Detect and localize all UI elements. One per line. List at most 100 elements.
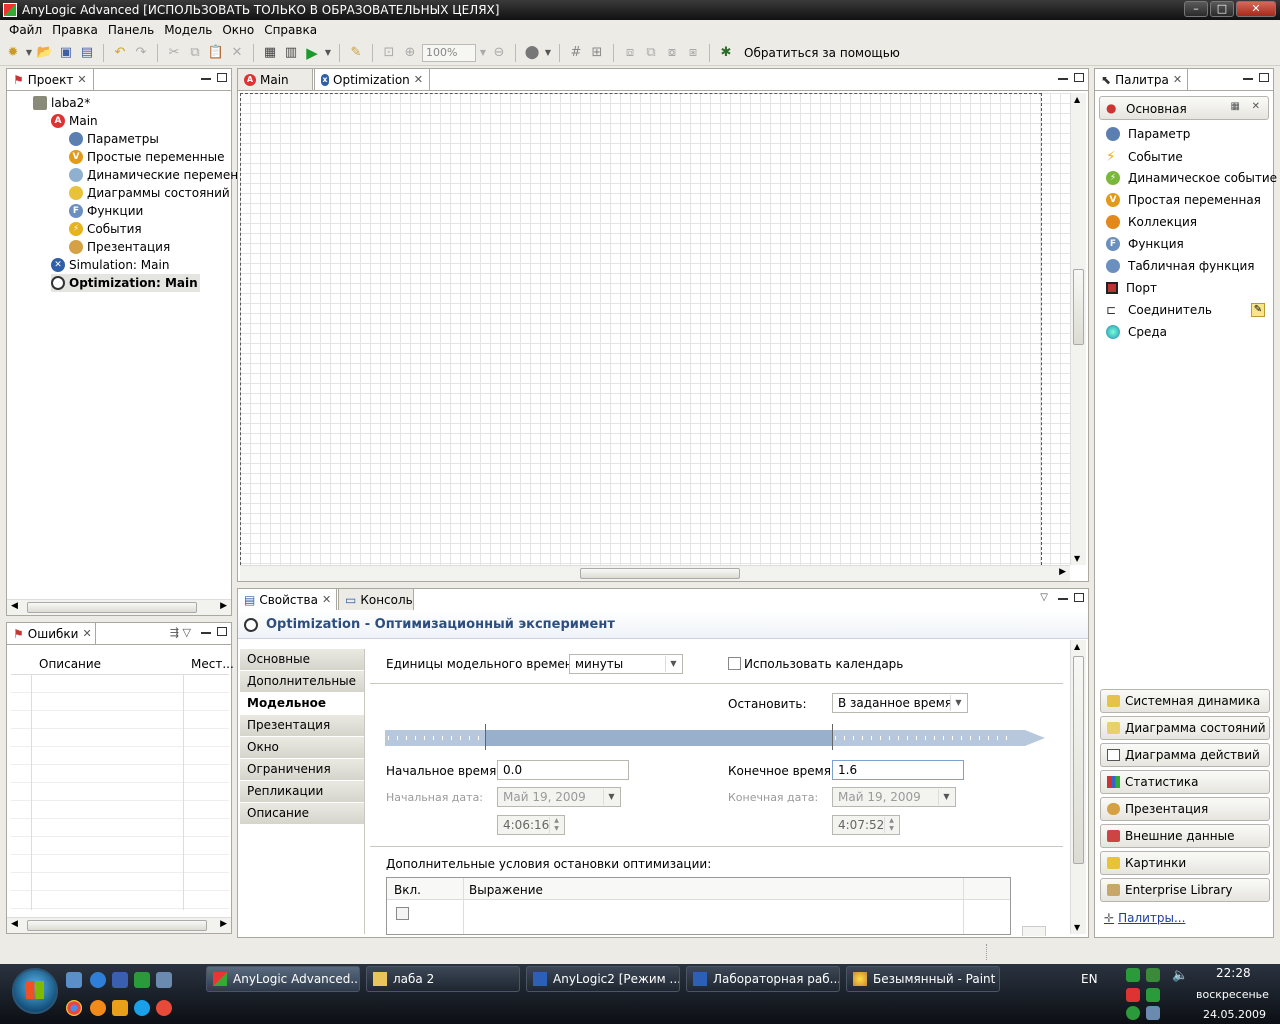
palette-group-system-dynamics[interactable]: Системная динамика [1100, 689, 1270, 713]
volume-icon[interactable]: 🔈 [1172, 968, 1188, 983]
properties-vscroll[interactable]: ▲ ▼ [1070, 640, 1086, 934]
build-icon[interactable]: ▦ [261, 44, 279, 62]
tree-item-statecharts[interactable]: Диаграммы состояний [69, 184, 230, 202]
close-icon[interactable]: ✕ [414, 70, 423, 90]
pin-dropdown-icon[interactable]: ▼ [544, 44, 552, 62]
close-window-icon[interactable]: ✕ [1236, 1, 1276, 17]
nav-description[interactable]: Описание [240, 803, 364, 825]
tree-item-simulation[interactable]: ✕ Simulation: Main [51, 256, 169, 274]
tray-icon-4[interactable] [1146, 988, 1160, 1002]
ungroup-icon[interactable]: ⧇ [663, 44, 681, 62]
close-icon[interactable]: ✕ [77, 70, 86, 90]
close-icon[interactable]: ✕ [1173, 70, 1182, 90]
palette-group-statistics[interactable]: Статистика [1100, 770, 1270, 794]
zoom-in-icon[interactable]: ⊕ [401, 44, 419, 62]
dropdown-arrow-icon[interactable]: ▼ [25, 44, 33, 62]
tab-errors[interactable]: ⚑ Ошибки ✕ [6, 622, 96, 644]
close-icon[interactable]: ✕ [82, 624, 91, 644]
col-enabled[interactable]: Вкл. [394, 883, 421, 897]
palette-item-port[interactable]: Порт [1106, 281, 1157, 295]
maximize-window-icon[interactable]: □ [1210, 1, 1234, 17]
zoom-arrow-icon[interactable]: ▼ [479, 44, 487, 62]
minimize-icon[interactable] [1058, 77, 1068, 80]
palette-item-collection[interactable]: Коллекция [1106, 215, 1197, 229]
minimize-icon[interactable] [201, 631, 211, 634]
tree-item-main[interactable]: A Main [51, 112, 98, 130]
view-menu-icon[interactable]: ▽ [1040, 592, 1048, 603]
maximize-icon[interactable] [1074, 73, 1084, 82]
scroll-thumb[interactable] [27, 920, 207, 931]
palette-group-statechart[interactable]: Диаграмма состояний [1100, 716, 1270, 740]
quicklaunch-aimp-icon[interactable] [90, 1000, 106, 1016]
quicklaunch-desktop-icon[interactable] [66, 972, 82, 988]
tray-icon-1[interactable] [1126, 968, 1140, 982]
col-expression[interactable]: Выражение [469, 883, 543, 897]
scroll-left-icon[interactable]: ◀ [11, 601, 18, 611]
tree-item-parameters[interactable]: Параметры [69, 130, 159, 148]
palette-item-table-function[interactable]: Табличная функция [1106, 259, 1255, 273]
quicklaunch-winamp-icon[interactable] [112, 1000, 128, 1016]
scroll-thumb[interactable] [580, 568, 740, 579]
minimize-icon[interactable] [201, 77, 211, 80]
minimize-icon[interactable] [1058, 597, 1068, 600]
debug-icon[interactable]: ✎ [347, 44, 365, 62]
pencil-icon[interactable]: ✎ [1251, 303, 1265, 317]
nav-constraints[interactable]: Ограничения [240, 759, 364, 781]
table-row-checkbox[interactable] [396, 907, 409, 920]
project-hscroll[interactable]: ◀ ▶ [7, 599, 231, 615]
cut-icon[interactable]: ✂ [165, 44, 183, 62]
use-calendar-checkbox[interactable] [728, 657, 741, 670]
menu-model[interactable]: Модель [159, 20, 217, 40]
menu-window[interactable]: Окно [217, 20, 259, 40]
maximize-icon[interactable] [1259, 73, 1269, 82]
diagram-canvas[interactable] [240, 93, 1070, 565]
scroll-thumb[interactable] [27, 602, 197, 613]
start-date-select[interactable]: Май 19, 2009 ▼ [497, 787, 621, 807]
help-button[interactable]: Обратиться за помощью [744, 46, 900, 60]
tab-optimization[interactable]: x Optimization ✕ [314, 68, 430, 90]
palette-item-function[interactable]: F Функция [1106, 237, 1184, 251]
nav-model-time[interactable]: Модельное время [240, 693, 364, 731]
tree-item-dynamic-variables[interactable]: Динамические переменн [69, 166, 246, 184]
build-all-icon[interactable]: ▥ [282, 44, 300, 62]
taskbar-btn-word-lab[interactable]: Лабораторная раб... [686, 966, 840, 992]
paste-icon[interactable]: 📋 [207, 44, 225, 62]
maximize-icon[interactable] [217, 73, 227, 82]
palette-group-presentation[interactable]: Презентация [1100, 797, 1270, 821]
taskbar-btn-anylogic[interactable]: AnyLogic Advanced... [206, 966, 360, 992]
zoom-fit-icon[interactable]: ⊡ [380, 44, 398, 62]
arrange-icon[interactable]: ⧆ [684, 44, 702, 62]
palette-item-variable[interactable]: V Простая переменная [1106, 193, 1261, 207]
tree-item-presentation[interactable]: Презентация [69, 238, 170, 256]
palette-item-event[interactable]: ⚡ Событие [1106, 149, 1183, 165]
nav-advanced[interactable]: Дополнительные [240, 671, 364, 693]
scroll-left-icon[interactable]: ◀ [11, 919, 18, 929]
scroll-thumb[interactable] [1073, 656, 1084, 864]
tray-icon-6[interactable] [1146, 1006, 1160, 1020]
end-date-select[interactable]: Май 19, 2009 ▼ [832, 787, 956, 807]
tree-item-functions[interactable]: F Функции [69, 202, 143, 220]
palette-section-header[interactable]: ● Основная ▦ ✕ [1099, 96, 1269, 120]
end-time-input[interactable]: 1.6 [832, 760, 964, 780]
palette-group-enterprise-library[interactable]: Enterprise Library [1100, 878, 1270, 902]
scroll-down-icon[interactable]: ▼ [1074, 923, 1080, 932]
palette-item-environment[interactable]: Среда [1106, 325, 1167, 339]
quicklaunch-skype-icon[interactable] [134, 1000, 150, 1016]
palette-item-connector[interactable]: ⊏ Соединитель [1106, 303, 1212, 317]
nav-window[interactable]: Окно [240, 737, 364, 759]
snap-icon[interactable]: ⊞ [588, 44, 606, 62]
menu-edit[interactable]: Правка [47, 20, 103, 40]
tray-icon-5[interactable] [1126, 1006, 1140, 1020]
start-clock-spinner[interactable]: 4:06:16 ▲ ▼ [497, 815, 565, 835]
start-marker[interactable] [485, 724, 486, 750]
quicklaunch-chrome-icon[interactable] [66, 1000, 82, 1016]
tray-icon-2[interactable] [1146, 968, 1160, 982]
quicklaunch-app-icon[interactable] [134, 972, 150, 988]
grid-icon[interactable]: # [567, 44, 585, 62]
pin-icon[interactable]: ⬤ [523, 44, 541, 62]
stop-select[interactable]: В заданное время ▼ [832, 693, 968, 713]
new-icon[interactable]: ✹ [4, 44, 22, 62]
delete-icon[interactable]: ✕ [228, 44, 246, 62]
nav-general[interactable]: Основные [240, 649, 364, 671]
close-section-icon[interactable]: ✕ [1252, 101, 1260, 112]
